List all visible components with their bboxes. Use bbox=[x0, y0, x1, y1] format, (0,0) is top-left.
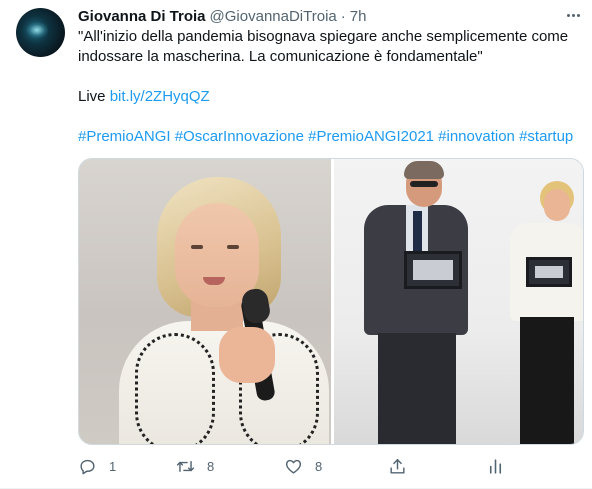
photo-award[interactable] bbox=[334, 159, 583, 444]
retweet-icon bbox=[176, 460, 195, 472]
tweet[interactable]: Giovanna Di Troia @GiovannaDiTroia · 7h … bbox=[0, 0, 592, 489]
photo-speaker[interactable] bbox=[79, 159, 331, 444]
avatar[interactable] bbox=[16, 8, 65, 57]
tweet-text-line: "All'inizio della pandemia bisognava spi… bbox=[78, 28, 569, 45]
share-button[interactable] bbox=[388, 454, 407, 478]
reply-button[interactable]: 1 bbox=[78, 454, 116, 478]
like-count: 8 bbox=[315, 458, 323, 474]
more-horizontal-icon bbox=[566, 13, 580, 17]
header-separator: · bbox=[340, 7, 346, 25]
live-label: Live bbox=[78, 88, 106, 105]
live-link[interactable]: bit.ly/2ZHyqQZ bbox=[110, 88, 210, 105]
retweet-count: 8 bbox=[207, 458, 215, 474]
more-options-button[interactable] bbox=[562, 6, 584, 24]
live-line: Live bit.ly/2ZHyqQZ bbox=[78, 87, 583, 107]
action-bar: 1 8 8 bbox=[78, 454, 508, 478]
like-button[interactable]: 8 bbox=[284, 454, 322, 478]
author-handle[interactable]: @GiovannaDiTroia bbox=[210, 8, 337, 25]
media-grid[interactable] bbox=[78, 158, 584, 445]
tweet-text-line: indossare la mascherina. La comunicazion… bbox=[78, 48, 483, 65]
reply-icon bbox=[80, 459, 95, 474]
analytics-button[interactable] bbox=[486, 454, 505, 478]
reply-count: 1 bbox=[109, 458, 117, 474]
analytics-icon bbox=[489, 458, 502, 474]
retweet-button[interactable]: 8 bbox=[176, 454, 214, 478]
share-icon bbox=[390, 458, 405, 474]
hashtags[interactable]: #PremioANGI #OscarInnovazione #PremioANG… bbox=[78, 127, 583, 147]
author-name[interactable]: Giovanna Di Troia bbox=[78, 8, 206, 25]
tweet-text: "All'inizio della pandemia bisognava spi… bbox=[78, 27, 583, 147]
heart-icon bbox=[285, 459, 302, 474]
tweet-header: Giovanna Di Troia @GiovannaDiTroia · 7h bbox=[78, 6, 366, 26]
tweet-timestamp[interactable]: 7h bbox=[350, 8, 367, 25]
